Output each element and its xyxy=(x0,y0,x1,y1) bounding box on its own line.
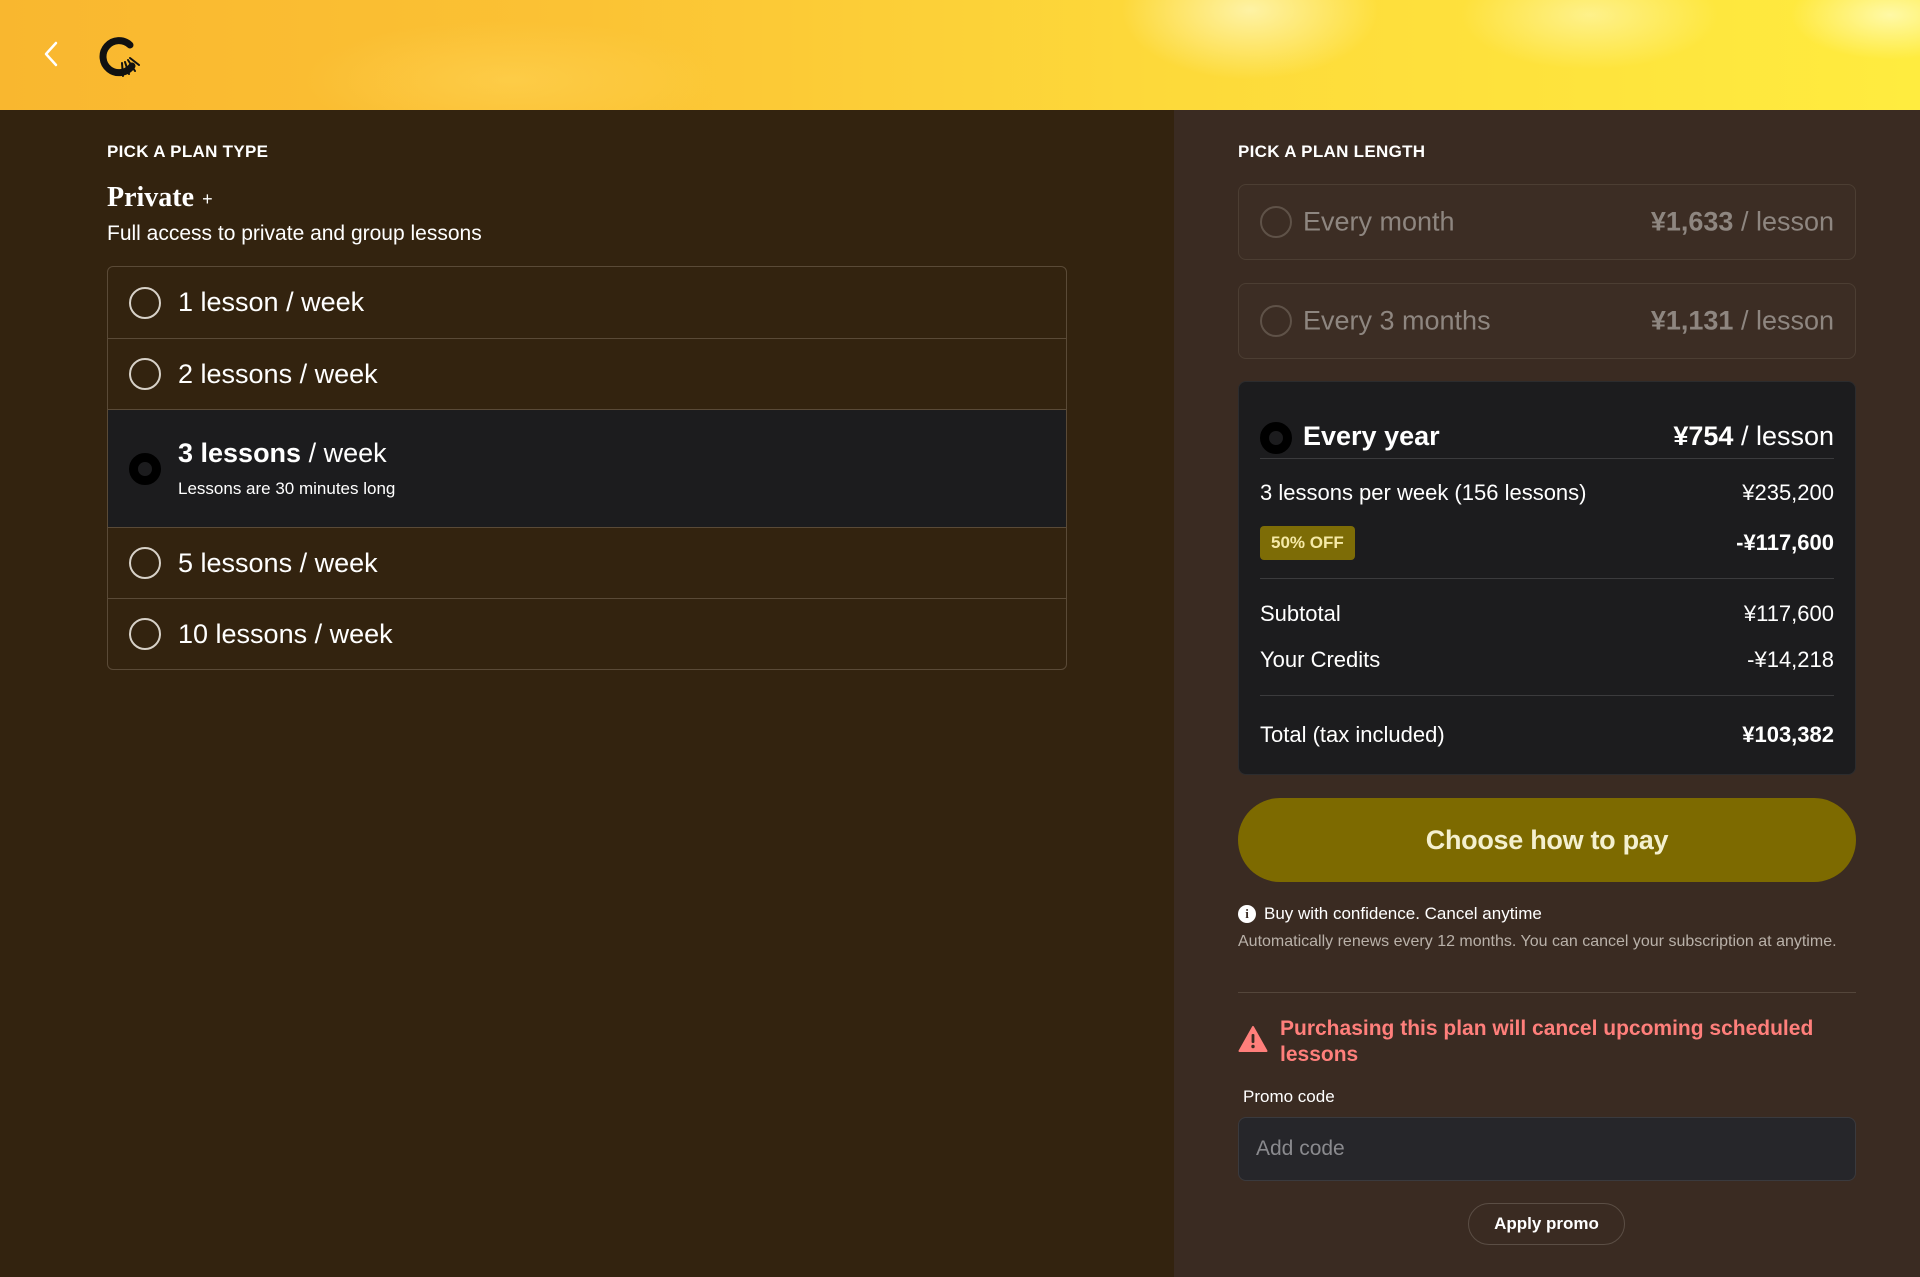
frequency-label: 3 lessons / week xyxy=(178,438,387,469)
price-unit: / lesson xyxy=(1733,206,1834,237)
plan-length-price: ¥1,633 / lesson xyxy=(1651,207,1834,238)
radio-button[interactable] xyxy=(1260,206,1292,238)
price-amount: ¥754 xyxy=(1673,421,1734,451)
lesson-frequency-list: 1 lesson / week 2 lessons / week 3 lesso… xyxy=(107,266,1067,670)
lessons-line: 3 lessons per week (156 lessons) ¥235,20… xyxy=(1260,480,1834,506)
plan-length-price: ¥754 / lesson xyxy=(1673,421,1834,452)
subtotal-line: Subtotal ¥117,600 xyxy=(1260,601,1834,627)
promo-code-input[interactable] xyxy=(1238,1117,1856,1181)
radio-button-selected[interactable] xyxy=(129,452,161,485)
frequency-option-1[interactable]: 1 lesson / week xyxy=(108,267,1066,338)
credits-amount: -¥14,218 xyxy=(1747,647,1834,672)
price-unit: / lesson xyxy=(1733,421,1834,451)
divider xyxy=(1260,695,1834,696)
frequency-label: 2 lessons / week xyxy=(178,358,378,389)
price-amount: ¥1,131 xyxy=(1650,305,1734,336)
plan-length-quarterly[interactable]: Every 3 months ¥1,131 / lesson xyxy=(1238,283,1856,359)
confidence-title: Buy with confidence. Cancel anytime xyxy=(1264,904,1542,923)
credits-label: Your Credits xyxy=(1260,647,1381,672)
radio-button[interactable] xyxy=(129,618,161,650)
plan-length-yearly[interactable]: Every year ¥754 / lesson 3 lessons per w… xyxy=(1238,381,1856,775)
plan-name-text: Private xyxy=(107,182,195,213)
choose-how-to-pay-button[interactable]: Choose how to pay xyxy=(1238,798,1856,882)
renewal-note: Automatically renews every 12 months. Yo… xyxy=(1238,933,1837,950)
divider xyxy=(1260,578,1834,579)
lessons-line-amount: ¥235,200 xyxy=(1742,480,1834,505)
warning-text: Purchasing this plan will cancel upcomin… xyxy=(1280,1017,1814,1066)
banner-glow xyxy=(1120,0,1380,80)
banner-glow xyxy=(300,20,720,110)
plan-length-name: Every month xyxy=(1303,206,1455,237)
plan-length-name: Every 3 months xyxy=(1303,305,1491,336)
radio-button-selected[interactable] xyxy=(1260,422,1292,454)
frequency-count: 3 lessons xyxy=(178,438,302,468)
divider xyxy=(1260,458,1834,459)
discount-badge: 50% OFF xyxy=(1260,526,1355,560)
discount-amount: -¥117,600 xyxy=(1736,530,1834,555)
header-banner xyxy=(0,0,1920,110)
radio-button[interactable] xyxy=(129,286,161,319)
app-logo-icon xyxy=(99,37,140,77)
radio-button[interactable] xyxy=(129,358,161,390)
total-amount: ¥103,382 xyxy=(1742,722,1834,747)
credits-line: Your Credits -¥14,218 xyxy=(1260,647,1834,673)
frequency-option-10[interactable]: 10 lessons / week xyxy=(108,598,1066,669)
frequency-label: 5 lessons / week xyxy=(178,547,378,578)
subtotal-label: Subtotal xyxy=(1260,601,1341,626)
frequency-unit: / week xyxy=(301,438,387,468)
plan-length-name: Every year xyxy=(1303,421,1440,451)
plan-description: Full access to private and group lessons xyxy=(107,222,482,245)
radio-button[interactable] xyxy=(129,547,161,579)
price-unit: / lesson xyxy=(1733,305,1834,336)
plan-length-price: ¥1,131 / lesson xyxy=(1651,306,1834,337)
plan-name: Private + xyxy=(107,182,213,214)
plan-length-heading: PICK A PLAN LENGTH xyxy=(1238,142,1426,161)
chevron-left-icon xyxy=(44,41,58,67)
banner-glow xyxy=(1460,0,1720,70)
lesson-duration-note: Lessons are 30 minutes long xyxy=(178,479,396,498)
plan-length-monthly[interactable]: Every month ¥1,633 / lesson xyxy=(1238,184,1856,260)
radio-button[interactable] xyxy=(1260,305,1292,337)
banner-glow xyxy=(1790,0,1920,60)
total-line: Total (tax included) ¥103,382 xyxy=(1260,722,1834,748)
frequency-option-5[interactable]: 5 lessons / week xyxy=(108,527,1066,598)
discount-line: 50% OFF -¥117,600 xyxy=(1260,526,1834,560)
frequency-option-2[interactable]: 2 lessons / week xyxy=(108,338,1066,409)
warning-triangle-icon xyxy=(1238,1026,1268,1052)
divider xyxy=(1238,992,1856,993)
frequency-label: 1 lesson / week xyxy=(178,287,365,317)
price-amount: ¥1,633 xyxy=(1650,206,1734,237)
apply-promo-button[interactable]: Apply promo xyxy=(1468,1203,1625,1245)
subtotal-amount: ¥117,600 xyxy=(1743,601,1834,626)
confidence-note: i Buy with confidence. Cancel anytime xyxy=(1238,904,1542,924)
plan-name-suffix: + xyxy=(202,189,213,210)
plan-type-heading: PICK A PLAN TYPE xyxy=(107,142,269,161)
back-button[interactable] xyxy=(36,36,66,72)
frequency-option-3[interactable]: 3 lessons / week Lessons are 30 minutes … xyxy=(108,409,1066,527)
cancel-warning: Purchasing this plan will cancel upcomin… xyxy=(1238,1016,1856,1068)
lessons-line-label: 3 lessons per week (156 lessons) xyxy=(1260,480,1587,505)
total-label: Total (tax included) xyxy=(1260,722,1445,747)
info-icon: i xyxy=(1238,905,1256,923)
promo-code-label: Promo code xyxy=(1243,1087,1335,1106)
frequency-label: 10 lessons / week xyxy=(178,618,393,649)
